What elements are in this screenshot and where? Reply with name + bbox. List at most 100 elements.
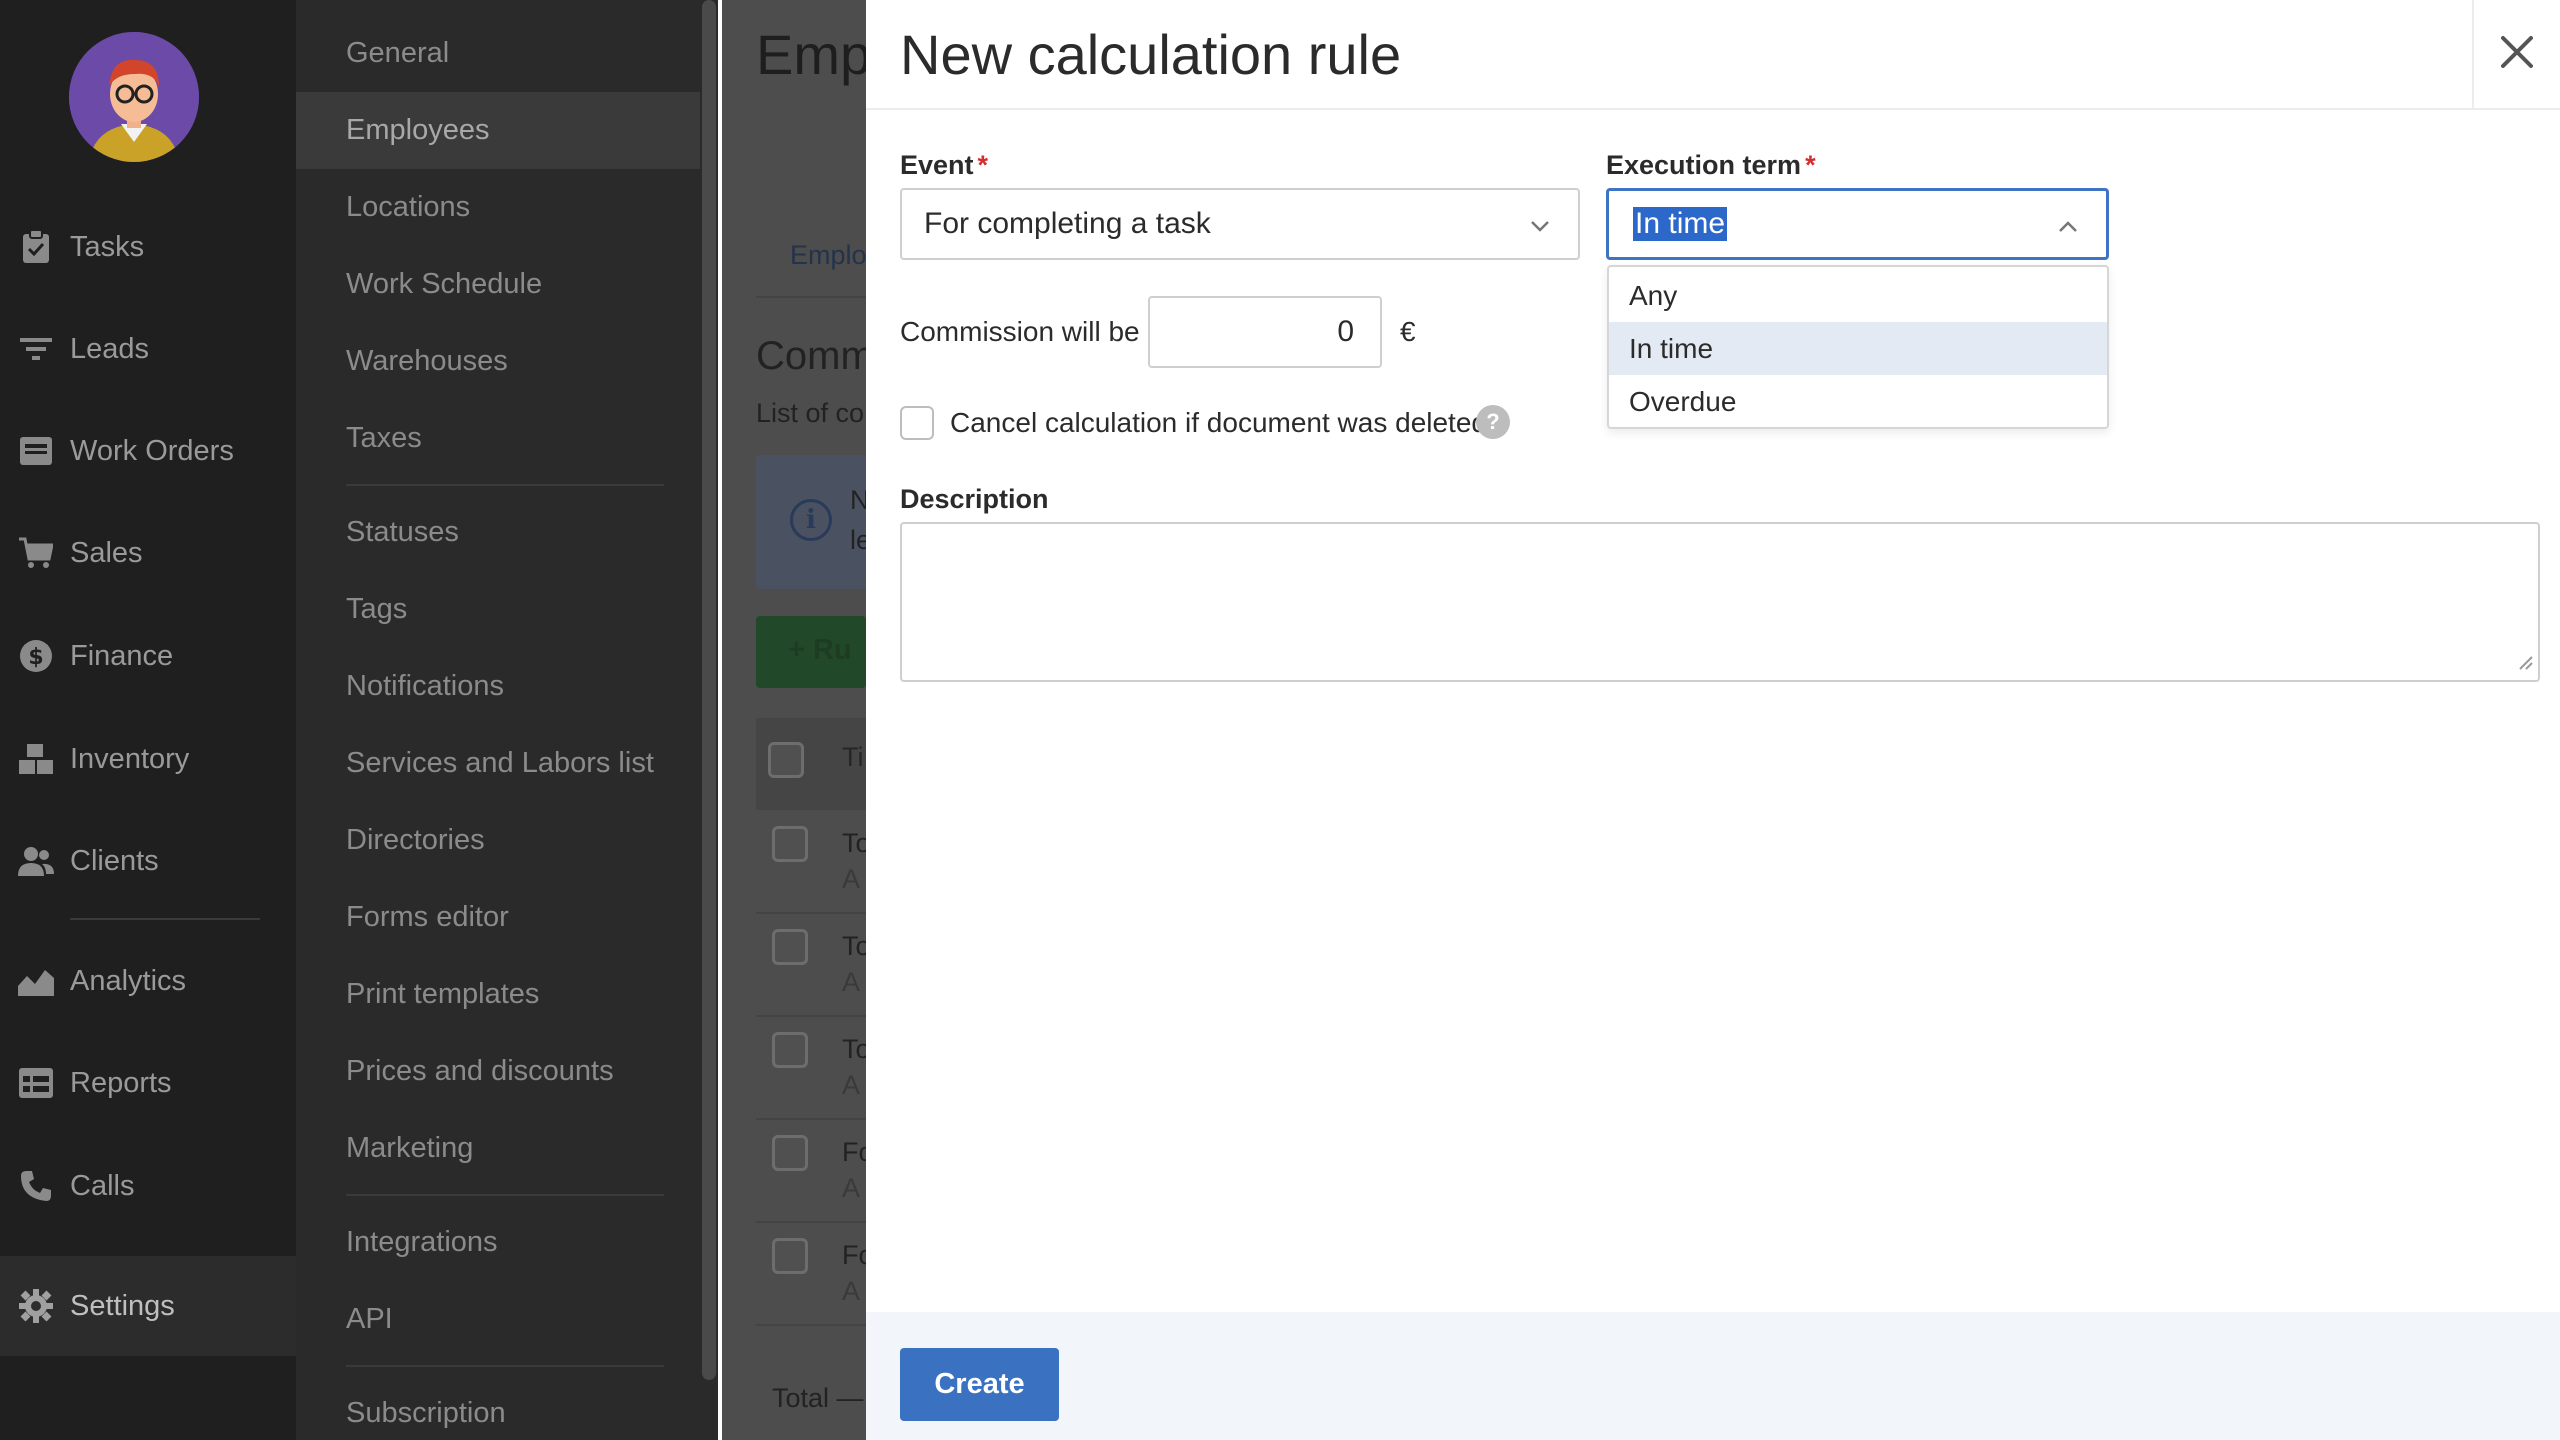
submenu-item-locations[interactable]: Locations xyxy=(296,169,700,246)
execution-term-select[interactable]: In time xyxy=(1606,188,2109,260)
phone-icon xyxy=(18,1168,54,1204)
nav-item-work-orders[interactable]: Work Orders xyxy=(0,406,296,496)
boxes-icon xyxy=(18,741,54,777)
row-checkbox[interactable] xyxy=(772,1238,808,1274)
tabs-divider xyxy=(756,296,866,298)
execution-term-label-text: Execution term xyxy=(1606,150,1802,180)
row-checkbox[interactable] xyxy=(772,929,808,965)
row-title: Fo xyxy=(842,1240,866,1270)
submenu-item-marketing[interactable]: Marketing xyxy=(296,1110,700,1187)
submenu-item-statuses[interactable]: Statuses xyxy=(296,494,700,571)
resize-handle-icon[interactable] xyxy=(2518,655,2534,676)
event-select[interactable]: For completing a task xyxy=(900,188,1580,260)
add-rule-button[interactable]: + Ru xyxy=(756,616,866,688)
submenu-divider xyxy=(346,1365,664,1367)
row-sub: A xyxy=(842,864,861,894)
execution-term-select-value: In time xyxy=(1633,207,1728,241)
row-checkbox[interactable] xyxy=(772,1032,808,1068)
row-title: Fo xyxy=(842,1137,866,1167)
section-subtitle: List of co xyxy=(756,398,865,428)
nav-item-reports[interactable]: Reports xyxy=(0,1038,296,1128)
gear-icon xyxy=(18,1288,54,1324)
submenu-item-forms-editor[interactable]: Forms editor xyxy=(296,879,700,956)
event-select-value: For completing a task xyxy=(924,207,1211,240)
nav-label: Inventory xyxy=(70,742,190,775)
user-avatar[interactable] xyxy=(69,32,199,162)
dollar-icon: $ xyxy=(18,638,54,674)
nav-item-tasks[interactable]: Tasks xyxy=(0,202,296,292)
nav-item-clients[interactable]: Clients xyxy=(0,816,296,906)
nav-label: Reports xyxy=(70,1066,172,1099)
submenu-item-prices-discounts[interactable]: Prices and discounts xyxy=(296,1033,700,1110)
column-header: Ti xyxy=(842,742,864,772)
modal-header-divider xyxy=(866,108,2560,110)
nav-label: Calls xyxy=(70,1169,135,1202)
submenu-item-general[interactable]: General xyxy=(296,15,700,92)
row-checkbox[interactable] xyxy=(772,826,808,862)
row-checkbox[interactable] xyxy=(772,1135,808,1171)
submenu-item-taxes[interactable]: Taxes xyxy=(296,400,700,477)
nav-item-leads[interactable]: Leads xyxy=(0,304,296,394)
clipboard-icon xyxy=(18,229,54,265)
table-header: Ti xyxy=(756,718,866,810)
submenu-item-notifications[interactable]: Notifications xyxy=(296,648,700,725)
option-any[interactable]: Any xyxy=(1609,269,2107,322)
chart-icon xyxy=(18,963,54,999)
help-icon[interactable]: ? xyxy=(1476,405,1510,439)
option-in-time[interactable]: In time xyxy=(1609,322,2107,375)
nav-item-settings[interactable]: Settings xyxy=(0,1256,296,1356)
submenu-divider xyxy=(346,484,664,486)
nav-label: Tasks xyxy=(70,230,145,263)
nav-label: Sales xyxy=(70,536,143,569)
submenu-item-warehouses[interactable]: Warehouses xyxy=(296,323,700,400)
calculation-rule-modal: New calculation rule Event * For completi… xyxy=(866,0,2560,1440)
submenu-item-employees[interactable]: Employees xyxy=(296,92,700,169)
add-rule-label: + Ru xyxy=(788,634,852,666)
submenu-scrollbar-thumb[interactable] xyxy=(702,0,716,1380)
submenu-item-work-schedule[interactable]: Work Schedule xyxy=(296,246,700,323)
commission-input[interactable]: 0 xyxy=(1148,296,1382,368)
execution-term-label: Execution term * xyxy=(1606,150,1816,181)
cancel-calculation-label[interactable]: Cancel calculation if document was delet… xyxy=(950,407,1487,439)
svg-text:$: $ xyxy=(28,645,43,670)
row-title: To xyxy=(842,828,866,858)
nav-item-inventory[interactable]: Inventory xyxy=(0,714,296,804)
nav-item-finance[interactable]: $ Finance xyxy=(0,611,296,701)
select-all-checkbox[interactable] xyxy=(768,742,804,778)
cancel-calculation-checkbox[interactable] xyxy=(900,406,934,440)
submenu-item-tags[interactable]: Tags xyxy=(296,571,700,648)
nav-item-analytics[interactable]: Analytics xyxy=(0,936,296,1026)
nav-label: Analytics xyxy=(70,964,187,997)
option-overdue[interactable]: Overdue xyxy=(1609,375,2107,428)
execution-term-dropdown: Any In time Overdue xyxy=(1607,265,2109,429)
table-icon xyxy=(18,1065,54,1101)
required-marker: * xyxy=(1805,150,1816,180)
filter-icon xyxy=(18,331,54,367)
background-page: Emp Emplo Comm List of co i N le + Ru Ti… xyxy=(722,0,866,1440)
nav-item-calls[interactable]: Calls xyxy=(0,1141,296,1231)
submenu-item-integrations[interactable]: Integrations xyxy=(296,1204,700,1281)
chevron-up-icon xyxy=(2056,213,2080,247)
description-textarea[interactable] xyxy=(900,522,2540,682)
submenu-item-services-labors[interactable]: Services and Labors list xyxy=(296,725,700,802)
info-text: N xyxy=(850,485,866,515)
nav-item-sales[interactable]: Sales xyxy=(0,508,296,598)
close-button[interactable] xyxy=(2472,0,2560,108)
row-title: To xyxy=(842,931,866,961)
submenu-item-print-templates[interactable]: Print templates xyxy=(296,956,700,1033)
submenu-item-subscription[interactable]: Subscription xyxy=(296,1375,700,1440)
row-sub: A xyxy=(842,967,861,997)
create-button[interactable]: Create xyxy=(900,1348,1059,1421)
chevron-down-icon xyxy=(1528,212,1552,246)
info-text: le xyxy=(850,525,866,555)
tab-employees: Emplo xyxy=(790,240,866,270)
close-icon xyxy=(2500,35,2534,74)
submenu-item-directories[interactable]: Directories xyxy=(296,802,700,879)
event-label: Event * xyxy=(900,150,988,181)
info-icon: i xyxy=(790,499,832,541)
nav-label: Work Orders xyxy=(70,434,234,467)
modal-title: New calculation rule xyxy=(900,23,1402,86)
submenu-item-api[interactable]: API xyxy=(296,1281,700,1358)
row-sub: A xyxy=(842,1276,861,1306)
row-sub: A xyxy=(842,1070,861,1100)
